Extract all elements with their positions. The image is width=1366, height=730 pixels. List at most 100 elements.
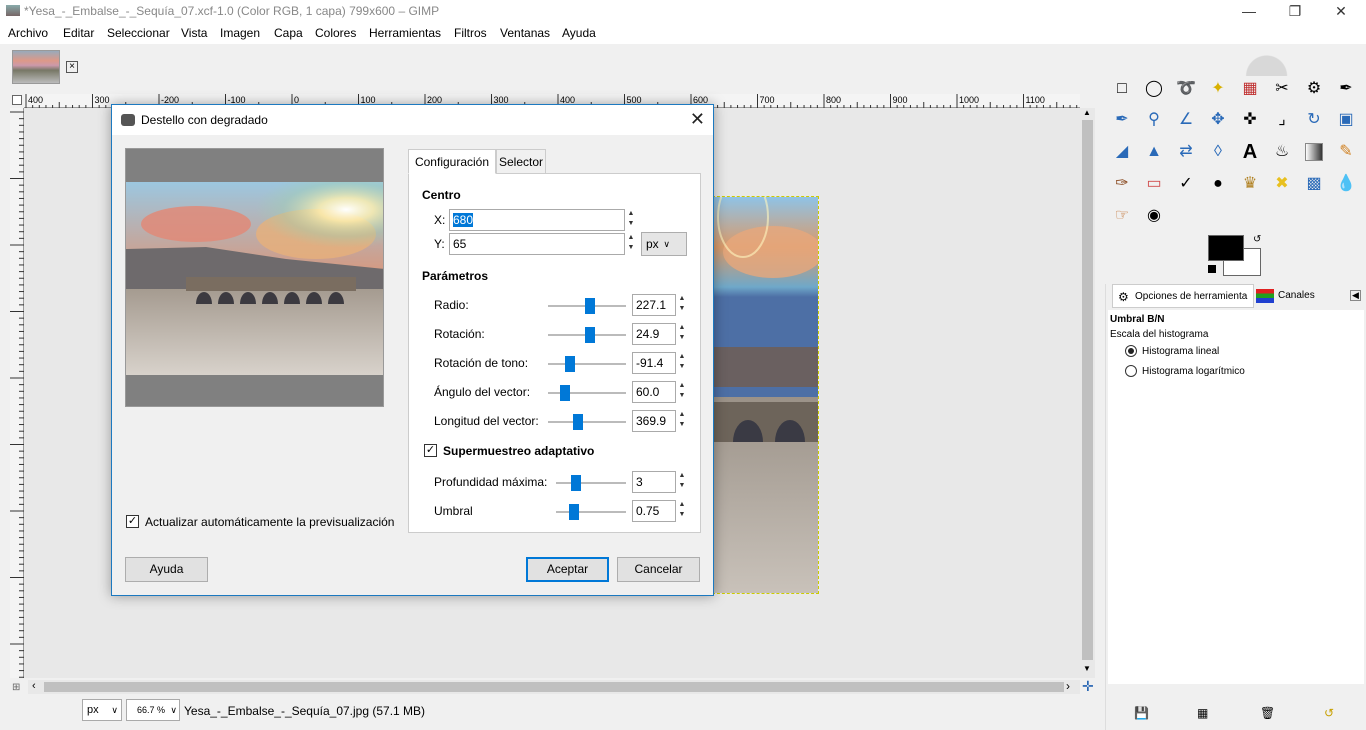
zoom-icon[interactable]: ⚲ bbox=[1143, 109, 1165, 131]
gradient-icon[interactable] bbox=[1305, 143, 1323, 161]
scroll-left-icon[interactable]: ‹ bbox=[32, 680, 36, 692]
bucket-fill-icon[interactable]: ♨ bbox=[1271, 141, 1293, 163]
param-spin-buttons[interactable]: ▲ ▼ bbox=[677, 381, 687, 403]
menu-archivo[interactable]: Archivo bbox=[8, 26, 48, 40]
align-icon[interactable]: ✜ bbox=[1239, 109, 1261, 131]
select-by-color-icon[interactable]: ▦ bbox=[1239, 78, 1261, 100]
close-image-tab-icon[interactable]: × bbox=[66, 61, 78, 73]
supersample-param-input[interactable]: 3 bbox=[632, 471, 676, 493]
log-histogram-radio[interactable] bbox=[1125, 365, 1137, 377]
quick-mask-toggle[interactable] bbox=[12, 95, 22, 105]
tab-tool-options[interactable]: ⚙ Opciones de herramienta bbox=[1112, 284, 1254, 308]
cage-transform-icon[interactable]: ◊ bbox=[1207, 141, 1229, 163]
supersample-param-input[interactable]: 0.75 bbox=[632, 500, 676, 522]
scroll-down-icon[interactable]: ▼ bbox=[1083, 664, 1091, 673]
crop-icon[interactable]: ⌟ bbox=[1271, 109, 1293, 131]
param-slider[interactable] bbox=[548, 414, 626, 430]
foreground-select-icon[interactable]: ⚙ bbox=[1303, 78, 1325, 100]
navigate-icon[interactable]: ✛ bbox=[1082, 678, 1094, 695]
supersample-param-slider-knob[interactable] bbox=[569, 504, 579, 520]
ok-button[interactable]: Aceptar bbox=[526, 557, 609, 582]
cancel-button[interactable]: Cancelar bbox=[617, 557, 700, 582]
blur-icon[interactable]: 💧 bbox=[1335, 173, 1357, 195]
zoom-corner-icon[interactable]: ⊞ bbox=[12, 682, 20, 693]
param-spin-buttons[interactable]: ▲ ▼ bbox=[677, 352, 687, 374]
menu-ayuda[interactable]: Ayuda bbox=[562, 26, 596, 40]
fuzzy-select-icon[interactable]: ✦ bbox=[1207, 78, 1229, 100]
shear-icon[interactable]: ◢ bbox=[1111, 141, 1133, 163]
param-input[interactable]: 24.9 bbox=[632, 323, 676, 345]
swap-colors-icon[interactable]: ↺ bbox=[1253, 234, 1261, 245]
dialog-close-icon[interactable]: ✕ bbox=[690, 109, 705, 130]
menu-vista[interactable]: Vista bbox=[181, 26, 207, 40]
param-slider[interactable] bbox=[548, 327, 626, 343]
menu-filtros[interactable]: Filtros bbox=[454, 26, 487, 40]
menu-imagen[interactable]: Imagen bbox=[220, 26, 260, 40]
clone-icon[interactable]: ♛ bbox=[1239, 173, 1261, 195]
text-tool-icon[interactable]: A bbox=[1239, 141, 1261, 163]
param-input[interactable]: 227.1 bbox=[632, 294, 676, 316]
help-button[interactable]: Ayuda bbox=[125, 557, 208, 582]
tab-channels[interactable]: Canales bbox=[1254, 284, 1316, 308]
vertical-scrollbar[interactable]: ▲ ▼ bbox=[1080, 108, 1095, 678]
image-tab-thumbnail[interactable] bbox=[12, 50, 60, 84]
x-input[interactable]: 680 bbox=[449, 209, 625, 231]
pencil-icon[interactable]: ✎ bbox=[1335, 141, 1357, 163]
color-picker-icon[interactable]: ✒ bbox=[1111, 109, 1133, 131]
supersample-param-slider[interactable] bbox=[556, 504, 626, 520]
panel-menu-icon[interactable]: ◀ bbox=[1350, 290, 1361, 301]
airbrush-icon[interactable]: ✓ bbox=[1175, 173, 1197, 195]
menu-colores[interactable]: Colores bbox=[315, 26, 356, 40]
reset-options-icon[interactable]: ↺ bbox=[1324, 706, 1334, 720]
horizontal-scroll-thumb[interactable] bbox=[44, 682, 1064, 692]
auto-preview-checkbox[interactable]: ✓ bbox=[126, 515, 139, 528]
maximize-button[interactable]: ❐ bbox=[1272, 0, 1318, 23]
menu-editar[interactable]: Editar bbox=[63, 26, 94, 40]
eraser-icon[interactable]: ▭ bbox=[1143, 173, 1165, 195]
supersample-param-spin-buttons[interactable]: ▲ ▼ bbox=[677, 471, 687, 493]
param-input[interactable]: -91.4 bbox=[632, 352, 676, 374]
ink-icon[interactable]: ● bbox=[1207, 173, 1229, 195]
measure-icon[interactable]: ∠ bbox=[1175, 109, 1197, 131]
save-options-icon[interactable]: 💾 bbox=[1134, 706, 1149, 720]
move-icon[interactable]: ✥ bbox=[1207, 109, 1229, 131]
menu-herramientas[interactable]: Herramientas bbox=[369, 26, 441, 40]
dodge-burn-icon[interactable]: ◉ bbox=[1143, 205, 1165, 227]
y-spin-buttons[interactable]: ▲ ▼ bbox=[626, 233, 636, 255]
zoom-select[interactable]: 66.7 % ∨ bbox=[126, 699, 180, 721]
heal-icon[interactable]: ✖ bbox=[1271, 173, 1293, 195]
rotate-icon[interactable]: ↻ bbox=[1303, 109, 1325, 131]
menu-seleccionar[interactable]: Seleccionar bbox=[107, 26, 170, 40]
vertical-scroll-thumb[interactable] bbox=[1082, 120, 1093, 660]
supersample-param-spin-buttons[interactable]: ▲ ▼ bbox=[677, 500, 687, 522]
param-input[interactable]: 369.9 bbox=[632, 410, 676, 432]
x-spin-buttons[interactable]: ▲ ▼ bbox=[626, 209, 636, 231]
param-slider-knob[interactable] bbox=[565, 356, 575, 372]
scissors-icon[interactable]: ✂ bbox=[1271, 78, 1293, 100]
perspective-icon[interactable]: ▲ bbox=[1143, 141, 1165, 163]
flip-icon[interactable]: ⇄ bbox=[1175, 141, 1197, 163]
linear-histogram-radio[interactable] bbox=[1125, 345, 1137, 357]
param-slider-knob[interactable] bbox=[560, 385, 570, 401]
close-window-button[interactable]: ✕ bbox=[1318, 0, 1364, 23]
param-slider-knob[interactable] bbox=[585, 327, 595, 343]
default-colors-icon[interactable] bbox=[1208, 265, 1216, 273]
param-slider[interactable] bbox=[548, 356, 626, 372]
tab-selector[interactable]: Selector bbox=[496, 149, 546, 174]
supersample-param-slider[interactable] bbox=[556, 475, 626, 491]
lasso-icon[interactable]: ➰ bbox=[1175, 78, 1197, 100]
menu-capa[interactable]: Capa bbox=[274, 26, 303, 40]
scroll-right-icon[interactable]: › bbox=[1066, 679, 1070, 693]
smudge-icon[interactable]: ☞ bbox=[1111, 205, 1133, 227]
paths-icon[interactable]: ✒ bbox=[1335, 78, 1357, 100]
perspective-clone-icon[interactable]: ▩ bbox=[1303, 173, 1325, 195]
ellipse-select-icon[interactable]: ◯ bbox=[1143, 78, 1165, 100]
param-spin-buttons[interactable]: ▲ ▼ bbox=[677, 323, 687, 345]
param-slider-knob[interactable] bbox=[585, 298, 595, 314]
param-slider[interactable] bbox=[548, 385, 626, 401]
menu-ventanas[interactable]: Ventanas bbox=[500, 26, 550, 40]
unit-dropdown[interactable]: px ∨ bbox=[641, 232, 687, 256]
unit-select[interactable]: px ∨ bbox=[82, 699, 122, 721]
paintbrush-icon[interactable]: ✑ bbox=[1111, 173, 1133, 195]
restore-options-icon[interactable]: ▦ bbox=[1197, 706, 1208, 720]
